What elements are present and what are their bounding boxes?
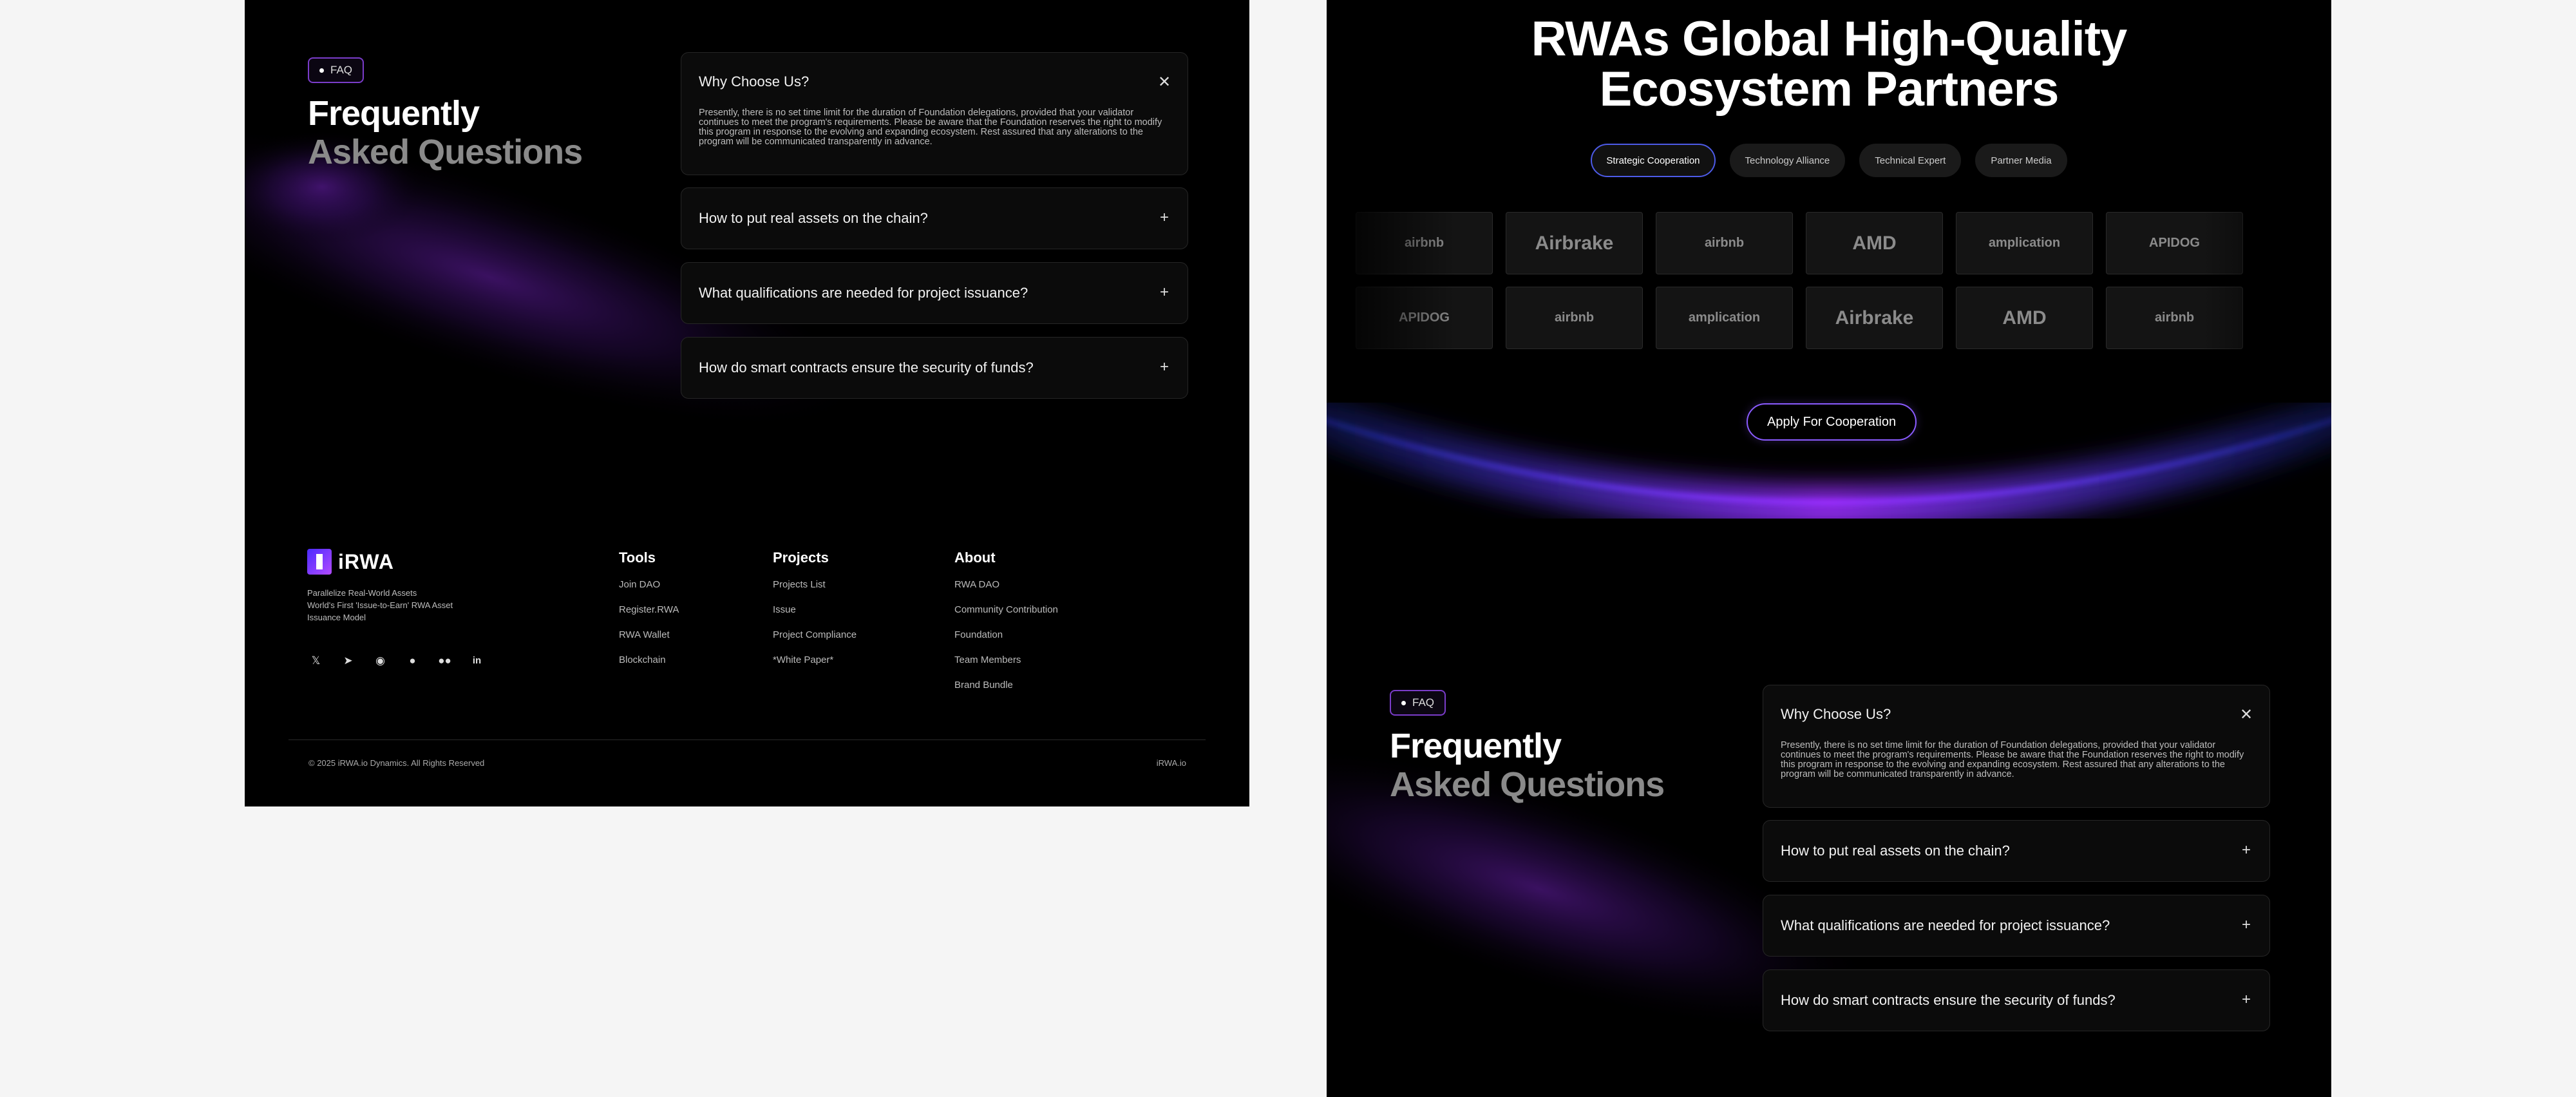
dot-icon — [1401, 700, 1406, 705]
dot-icon — [319, 68, 324, 73]
footer-link[interactable]: Blockchain — [619, 654, 679, 680]
faq-question[interactable]: What qualifications are needed for proje… — [1781, 895, 2110, 956]
partner-logo-card[interactable]: airbnb — [1656, 212, 1793, 274]
faq-badge: FAQ — [1390, 690, 1446, 716]
tab-technical-expert[interactable]: Technical Expert — [1859, 144, 1962, 177]
footer-logo[interactable]: iRWA — [307, 549, 394, 575]
logo-text: iRWA — [338, 549, 394, 573]
footer-link[interactable]: Issue — [773, 604, 857, 629]
faq-question[interactable]: How do smart contracts ensure the securi… — [699, 338, 1034, 398]
faq-heading: Frequently Asked Questions — [308, 94, 583, 171]
tagline-line2: World's First 'Issue-to-Earn' RWA Asset … — [307, 600, 453, 622]
faq-item[interactable]: Why Choose Us? ✕ Presently, there is no … — [681, 52, 1188, 175]
faq-badge-label: FAQ — [330, 64, 353, 76]
plus-icon[interactable]: + — [2239, 843, 2254, 858]
partners-heading-line1: RWAs Global High-Quality — [1531, 12, 2128, 66]
github-icon[interactable]: ● — [406, 654, 419, 667]
footer-column-title: About — [954, 549, 996, 566]
footer-domain-link[interactable]: iRWA.io — [1157, 758, 1186, 768]
faq-answer: Presently, there is no set time limit fo… — [699, 108, 1162, 147]
faq-question[interactable]: How to put real assets on the chain? — [699, 188, 928, 249]
edge-fade-left — [1327, 206, 1455, 361]
partners-faq-panel: RWAs Global High-Quality Ecosystem Partn… — [1327, 0, 2331, 1097]
plus-icon[interactable]: + — [2239, 992, 2254, 1007]
footer-link[interactable]: Register.RWA — [619, 604, 679, 629]
plus-icon[interactable]: + — [2239, 917, 2254, 933]
partner-logo-card[interactable]: airbnb — [1506, 287, 1643, 349]
faq-badge: FAQ — [308, 57, 365, 83]
partner-logo-row: APIDOG airbnb amplication Airbrake AMD a… — [1356, 287, 2243, 349]
faq-heading-line2: Asked Questions — [308, 133, 583, 171]
faq-item[interactable]: What qualifications are needed for proje… — [681, 262, 1188, 324]
footer-column-title: Tools — [619, 549, 656, 566]
tagline-line1: Parallelize Real-World Assets — [307, 588, 417, 598]
footer-link[interactable]: Brand Bundle — [954, 680, 1058, 705]
x-icon[interactable]: 𝕏 — [309, 654, 323, 667]
close-icon[interactable]: ✕ — [2239, 707, 2254, 723]
partner-logo-card[interactable]: amplication — [1956, 212, 2093, 274]
linkedin-icon[interactable]: in — [470, 654, 484, 667]
partner-logo-card[interactable]: amplication — [1656, 287, 1793, 349]
partners-heading-line2: Ecosystem Partners — [1599, 62, 2060, 117]
partners-heading: RWAs Global High-Quality Ecosystem Partn… — [1327, 14, 2331, 115]
partner-logo-row: airbnb Airbrake airbnb AMD amplication A… — [1356, 212, 2243, 274]
faq-item[interactable]: How do smart contracts ensure the securi… — [1763, 969, 2270, 1031]
footer-link[interactable]: Project Compliance — [773, 629, 857, 654]
footer-link[interactable]: Foundation — [954, 629, 1058, 654]
footer-column-title: Projects — [773, 549, 829, 566]
partner-logo-card[interactable]: AMD — [1956, 287, 2093, 349]
footer-tagline: Parallelize Real-World Assets World's Fi… — [307, 587, 475, 624]
plus-icon[interactable]: + — [1157, 210, 1172, 225]
plus-icon[interactable]: + — [1157, 285, 1172, 300]
footer-divider — [289, 739, 1206, 740]
footer-link[interactable]: Projects List — [773, 579, 857, 604]
faq-heading: Frequently Asked Questions — [1390, 727, 1665, 804]
footer-column-projects: Projects Projects List Issue Project Com… — [773, 549, 857, 680]
faq-heading-line1: Frequently — [1390, 727, 1562, 765]
faq-item[interactable]: How to put real assets on the chain? + — [1763, 820, 2270, 882]
plus-icon[interactable]: + — [1157, 359, 1172, 375]
discord-icon[interactable]: ◉ — [374, 654, 387, 667]
social-links: 𝕏 ➤ ◉ ● ●● in — [309, 654, 484, 667]
footer-link[interactable]: Team Members — [954, 654, 1058, 680]
footer-link[interactable]: Join DAO — [619, 579, 679, 604]
telegram-icon[interactable]: ➤ — [341, 654, 355, 667]
irwa-logo-icon — [307, 549, 332, 575]
copyright: © 2025 iRWA.io Dynamics. All Rights Rese… — [308, 758, 485, 768]
partner-logo-card[interactable]: Airbrake — [1806, 287, 1943, 349]
tab-strategic-cooperation[interactable]: Strategic Cooperation — [1591, 144, 1716, 177]
footer-link[interactable]: Community Contribution — [954, 604, 1058, 629]
faq-question[interactable]: What qualifications are needed for proje… — [699, 263, 1028, 323]
close-icon[interactable]: ✕ — [1157, 75, 1172, 90]
faq-question[interactable]: How do smart contracts ensure the securi… — [1781, 970, 2116, 1031]
partner-logo-card[interactable]: Airbrake — [1506, 212, 1643, 274]
faq-badge-label: FAQ — [1412, 696, 1435, 709]
faq-question[interactable]: How to put real assets on the chain? — [1781, 821, 2010, 881]
faq-heading-line2: Asked Questions — [1390, 765, 1665, 804]
tab-technology-alliance[interactable]: Technology Alliance — [1729, 144, 1846, 177]
footer-column-about: About RWA DAO Community Contribution Fou… — [954, 549, 1058, 705]
partner-logo-card[interactable]: AMD — [1806, 212, 1943, 274]
apply-cooperation-button[interactable]: Apply For Cooperation — [1747, 403, 1917, 441]
faq-heading-line1: Frequently — [308, 94, 480, 133]
faq-item[interactable]: How to put real assets on the chain? + — [681, 187, 1188, 249]
faq-footer-panel: FAQ Frequently Asked Questions Why Choos… — [245, 0, 1249, 806]
medium-icon[interactable]: ●● — [438, 654, 451, 667]
faq-item[interactable]: How do smart contracts ensure the securi… — [681, 337, 1188, 399]
footer-column-tools: Tools Join DAO Register.RWA RWA Wallet B… — [619, 549, 679, 680]
footer-link[interactable]: *White Paper* — [773, 654, 857, 680]
footer-link[interactable]: RWA DAO — [954, 579, 1058, 604]
tab-partner-media[interactable]: Partner Media — [1975, 144, 2067, 177]
faq-item[interactable]: Why Choose Us? ✕ Presently, there is no … — [1763, 685, 2270, 808]
footer-link[interactable]: RWA Wallet — [619, 629, 679, 654]
faq-item[interactable]: What qualifications are needed for proje… — [1763, 895, 2270, 957]
faq-answer: Presently, there is no set time limit fo… — [1781, 740, 2244, 779]
faq-question[interactable]: Why Choose Us? — [699, 53, 809, 111]
faq-question[interactable]: Why Choose Us? — [1781, 685, 1891, 743]
purple-arc-glow — [1327, 397, 2331, 531]
edge-fade-right — [2202, 206, 2331, 361]
partner-tabs: Strategic Cooperation Technology Allianc… — [1327, 144, 2331, 177]
